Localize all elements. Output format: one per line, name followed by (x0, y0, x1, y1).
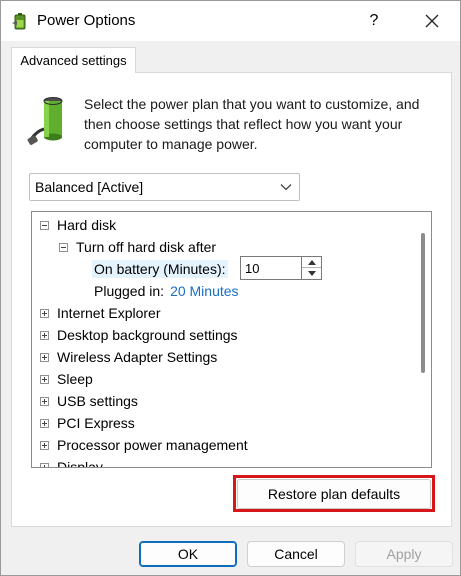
tree-label: Processor power management (57, 437, 248, 453)
description-text: Select the power plan that you want to c… (84, 96, 420, 152)
triangle-down-icon (307, 271, 316, 276)
cancel-label: Cancel (274, 546, 318, 562)
tree-label: Display (57, 459, 103, 468)
battery-plug-icon (27, 97, 63, 145)
plugged-in-row: Plugged in: 20 Minutes (94, 280, 239, 302)
triangle-up-icon (307, 259, 316, 265)
help-button[interactable]: ? (351, 1, 397, 41)
restore-plan-defaults-button[interactable]: Restore plan defaults (237, 479, 431, 509)
tree-node-processor-power[interactable]: Processor power management (40, 434, 248, 456)
tree-node-turn-off-hard-disk[interactable]: Turn off hard disk after (59, 236, 216, 258)
on-battery-label: On battery (Minutes): (92, 260, 228, 278)
expand-icon[interactable] (40, 418, 49, 428)
tree-node-usb-settings[interactable]: USB settings (40, 390, 138, 412)
tree-node-internet-explorer[interactable]: Internet Explorer (40, 302, 161, 324)
on-battery-value: 10 (245, 260, 260, 276)
tree-node-display[interactable]: Display (40, 456, 103, 468)
power-plan-value: Balanced [Active] (35, 179, 144, 195)
on-battery-minutes-input[interactable]: 10 (240, 256, 302, 280)
spin-up-button[interactable] (302, 257, 321, 268)
expand-icon[interactable] (40, 374, 49, 384)
cancel-button[interactable]: Cancel (247, 541, 345, 567)
apply-button[interactable]: Apply (355, 541, 453, 567)
window-title: Power Options (37, 12, 136, 29)
plugged-in-value-link[interactable]: 20 Minutes (170, 283, 238, 299)
power-options-icon (12, 13, 26, 30)
collapse-icon[interactable] (59, 242, 68, 252)
spin-down-button[interactable] (302, 268, 321, 279)
collapse-icon[interactable] (40, 220, 49, 230)
tree-label: Internet Explorer (57, 305, 161, 321)
power-options-dialog: Power Options ? Advanced settings Select… (0, 0, 461, 576)
power-plan-select[interactable]: Balanced [Active] (29, 173, 300, 201)
tree-label: Sleep (57, 371, 93, 387)
tree-label: USB settings (57, 393, 138, 409)
tree-node-pci-express[interactable]: PCI Express (40, 412, 135, 434)
on-battery-row: On battery (Minutes): (92, 258, 228, 280)
tree-label: Wireless Adapter Settings (57, 349, 218, 365)
chevron-down-icon (280, 184, 292, 191)
expand-icon[interactable] (40, 396, 49, 406)
apply-label: Apply (386, 546, 422, 562)
tab-advanced-settings[interactable]: Advanced settings (11, 47, 136, 73)
expand-icon[interactable] (40, 352, 49, 362)
help-glyph: ? (369, 12, 379, 29)
plugged-in-label: Plugged in: (94, 283, 165, 299)
tree-node-wireless-adapter[interactable]: Wireless Adapter Settings (40, 346, 217, 368)
tree-node-hard-disk[interactable]: Hard disk (40, 214, 116, 236)
close-button[interactable] (407, 1, 457, 41)
title-bar: Power Options ? (1, 1, 460, 41)
tree-label: PCI Express (57, 415, 135, 431)
ok-label: OK (177, 546, 199, 562)
scroll-thumb[interactable] (421, 233, 425, 373)
tree-scrollbar[interactable] (414, 213, 430, 466)
tree-label: Hard disk (57, 217, 117, 233)
tree-node-desktop-background[interactable]: Desktop background settings (40, 324, 238, 346)
expand-icon[interactable] (40, 330, 49, 340)
ok-button[interactable]: OK (139, 541, 237, 567)
tree-label: Turn off hard disk after (76, 239, 217, 255)
close-icon (425, 14, 439, 28)
tree-label: Desktop background settings (57, 327, 238, 343)
tab-label: Advanced settings (20, 53, 127, 68)
minutes-spinner[interactable] (302, 256, 322, 280)
expand-icon[interactable] (40, 440, 49, 450)
settings-tree[interactable]: Hard disk Turn off hard disk after On ba… (31, 211, 432, 468)
expand-icon[interactable] (40, 308, 49, 318)
expand-icon[interactable] (40, 462, 49, 467)
restore-label: Restore plan defaults (267, 486, 401, 502)
tree-node-sleep[interactable]: Sleep (40, 368, 93, 390)
